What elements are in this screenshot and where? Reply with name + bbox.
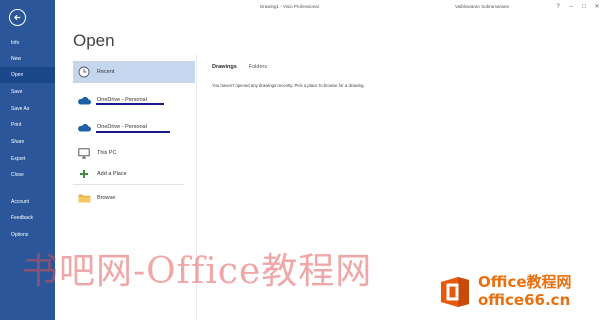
title-bar: Drawing1 - Visio Professional Vaibhavara… bbox=[55, 0, 600, 14]
location-label: Add a Place bbox=[97, 171, 127, 177]
location-onedrive-2[interactable]: OneDrive - Personal bbox=[73, 116, 195, 138]
nav-item-feedback[interactable]: Feedback bbox=[0, 210, 55, 226]
minimize-icon[interactable]: – bbox=[565, 2, 577, 11]
tab-drawings[interactable]: Drawings bbox=[212, 64, 237, 70]
location-add-place[interactable]: Add a Place bbox=[73, 163, 195, 185]
tab-folders[interactable]: Folders bbox=[249, 64, 267, 70]
nav-item-save-as[interactable]: Save As bbox=[0, 101, 55, 117]
watermark-text: 书吧网-Office教程网 bbox=[22, 251, 373, 292]
office-logo-icon bbox=[437, 274, 473, 310]
nav-item-options[interactable]: Options bbox=[0, 227, 55, 243]
nav-item-open[interactable]: Open bbox=[0, 67, 55, 83]
plus-icon bbox=[76, 167, 92, 181]
nav-item-save[interactable]: Save bbox=[0, 84, 55, 100]
maximize-icon[interactable]: □ bbox=[578, 2, 590, 11]
location-label: This PC bbox=[97, 150, 117, 156]
watermark-brand: Office教程网 bbox=[478, 273, 572, 291]
nav-item-account[interactable]: Account bbox=[0, 194, 55, 210]
cloud-icon bbox=[76, 93, 92, 107]
location-label: Browse bbox=[97, 195, 116, 201]
nav-item-export[interactable]: Export bbox=[0, 151, 55, 167]
location-onedrive-1[interactable]: OneDrive - Personal bbox=[73, 89, 195, 111]
close-icon[interactable]: ✕ bbox=[591, 2, 600, 11]
help-icon[interactable]: ? bbox=[552, 2, 564, 11]
back-arrow-icon[interactable] bbox=[9, 9, 26, 26]
location-recent[interactable]: Recent bbox=[73, 61, 195, 83]
nav-item-print[interactable]: Print bbox=[0, 117, 55, 133]
nav-item-close[interactable]: Close bbox=[0, 167, 55, 183]
cloud-icon bbox=[76, 120, 92, 134]
location-browse[interactable]: Browse bbox=[73, 187, 195, 209]
clock-icon bbox=[76, 65, 92, 79]
account-redaction-mark bbox=[96, 103, 164, 105]
monitor-icon bbox=[76, 146, 92, 160]
watermark-domain: office66.cn bbox=[478, 291, 571, 309]
user-name[interactable]: Vaibhavaran Subramaniam bbox=[455, 4, 509, 9]
location-label: Recent bbox=[97, 69, 115, 75]
folder-icon bbox=[76, 191, 92, 205]
nav-item-new[interactable]: New bbox=[0, 51, 55, 67]
empty-recent-message: You haven't opened any drawings recently… bbox=[212, 83, 365, 88]
location-label: OneDrive - Personal bbox=[97, 124, 147, 130]
location-this-pc[interactable]: This PC bbox=[73, 142, 195, 164]
locations-separator bbox=[73, 184, 184, 185]
nav-item-share[interactable]: Share bbox=[0, 134, 55, 150]
account-redaction-mark bbox=[96, 131, 170, 133]
recent-tabs: Drawings Folders bbox=[212, 64, 267, 70]
nav-item-info[interactable]: Info bbox=[0, 35, 55, 51]
document-title: Drawing1 - Visio Professional bbox=[260, 4, 319, 9]
page-title: Open bbox=[73, 31, 115, 50]
